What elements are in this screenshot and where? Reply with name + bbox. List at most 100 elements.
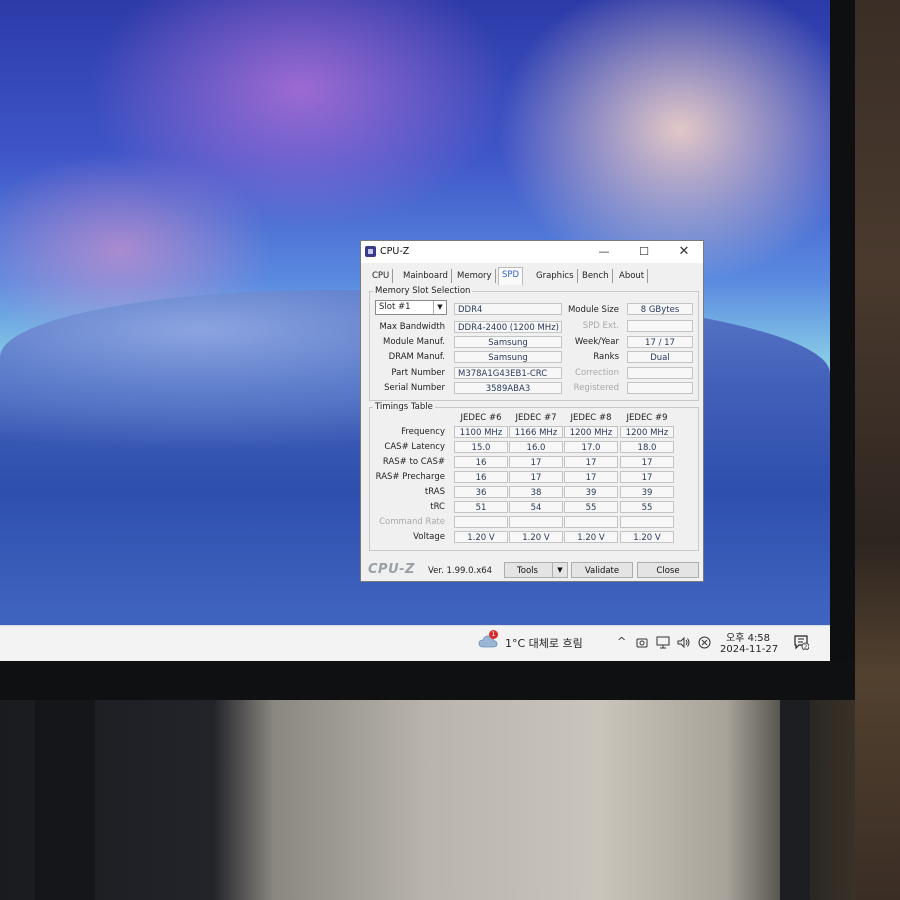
- week-year-label: Week/Year: [574, 337, 619, 347]
- timing-cell: 54: [509, 501, 563, 513]
- tab-mainboard[interactable]: Mainboard: [400, 269, 452, 283]
- ime-icon[interactable]: [698, 636, 711, 649]
- window-footer: CPU-Z Ver. 1.99.0.x64 Tools ▼ Validate C…: [361, 559, 703, 581]
- notification-badge: 2: [804, 645, 808, 650]
- timing-cell: 16: [454, 471, 508, 483]
- tab-spd[interactable]: SPD: [498, 267, 524, 285]
- part-number-field: M378A1G43EB1-CRC: [454, 367, 562, 379]
- timing-cell: 55: [564, 501, 618, 513]
- timing-cell: 1.20 V: [509, 531, 563, 543]
- timing-cell: 36: [454, 486, 508, 498]
- timing-cell: 1.20 V: [620, 531, 674, 543]
- registered-field: [627, 382, 693, 394]
- cpuz-window: CPU-Z — ☐ ✕ CPU Mainboard Memory SPD Gra…: [360, 240, 704, 582]
- row-label: RAS# to CAS#: [382, 457, 445, 467]
- ranks-field: Dual: [627, 351, 693, 363]
- timing-cell: 17.0: [564, 441, 618, 453]
- module-size-field: 8 GBytes: [627, 303, 693, 315]
- validate-button[interactable]: Validate: [571, 562, 633, 578]
- tab-about[interactable]: About: [616, 269, 649, 283]
- timing-cell: 1200 MHz: [620, 426, 674, 438]
- chevron-down-icon[interactable]: ▼: [552, 563, 567, 577]
- registered-label: Registered: [573, 383, 619, 393]
- week-year-field: 17 / 17: [627, 336, 693, 348]
- timing-cell: 1200 MHz: [564, 426, 618, 438]
- timing-cell: 38: [509, 486, 563, 498]
- timing-cell: 17: [509, 456, 563, 468]
- timing-cell: 39: [564, 486, 618, 498]
- ranks-label: Ranks: [593, 352, 619, 362]
- timing-cell: 1100 MHz: [454, 426, 508, 438]
- clock-date[interactable]: 2024-11-27: [720, 644, 778, 655]
- serial-number-field: 3589ABA3: [454, 382, 562, 394]
- row-label: Voltage: [413, 532, 445, 542]
- network-icon[interactable]: [656, 636, 670, 649]
- tools-label: Tools: [517, 566, 538, 576]
- monitor-stand: [35, 700, 95, 900]
- column-header: JEDEC #9: [626, 413, 668, 423]
- slot-select-value: Slot #1: [379, 302, 411, 312]
- title-bar[interactable]: CPU-Z — ☐ ✕: [361, 241, 703, 263]
- max-bandwidth-label: Max Bandwidth: [379, 322, 445, 332]
- max-bandwidth-field: DDR4-2400 (1200 MHz): [454, 321, 562, 333]
- timing-cell: [564, 516, 618, 528]
- monitor-stand-right: [780, 700, 810, 900]
- row-label: Frequency: [401, 427, 445, 437]
- column-header: JEDEC #6: [460, 413, 502, 423]
- timing-cell: 16.0: [509, 441, 563, 453]
- tab-graphics[interactable]: Graphics: [533, 269, 578, 283]
- spd-ext-label: SPD Ext.: [582, 321, 619, 331]
- row-label: Command Rate: [379, 517, 445, 527]
- group-title: Memory Slot Selection: [373, 286, 473, 296]
- camera-icon[interactable]: [636, 636, 648, 649]
- module-manuf-label: Module Manuf.: [382, 337, 445, 347]
- row-label: CAS# Latency: [384, 442, 445, 452]
- module-size-label: Module Size: [567, 305, 619, 315]
- chevron-up-icon[interactable]: ^: [617, 635, 626, 648]
- timing-cell: 1166 MHz: [509, 426, 563, 438]
- tools-button[interactable]: Tools ▼: [504, 562, 568, 578]
- part-number-label: Part Number: [391, 368, 445, 378]
- background-right: [855, 0, 900, 900]
- tab-bench[interactable]: Bench: [579, 269, 613, 283]
- timing-cell: 51: [454, 501, 508, 513]
- window-title: CPU-Z: [380, 246, 410, 257]
- monitor-bezel-bottom: [0, 660, 855, 700]
- timing-cell: 1.20 V: [454, 531, 508, 543]
- monitor-bezel-right: [830, 0, 855, 665]
- cpuz-app-icon: [365, 246, 376, 257]
- timings-table-group: Timings Table JEDEC #6 JEDEC #7 JEDEC #8…: [369, 402, 699, 551]
- maximize-button[interactable]: ☐: [631, 243, 657, 261]
- weather-badge: 1: [489, 630, 498, 639]
- close-button[interactable]: Close: [637, 562, 699, 578]
- timing-cell: 55: [620, 501, 674, 513]
- notification-icon[interactable]: 2: [793, 634, 809, 650]
- slot-select[interactable]: Slot #1 ▼: [375, 300, 447, 315]
- row-label: tRAS: [424, 487, 445, 497]
- dram-manuf-label: DRAM Manuf.: [388, 352, 445, 362]
- timing-cell: [620, 516, 674, 528]
- tab-cpu[interactable]: CPU: [369, 269, 394, 283]
- column-header: JEDEC #7: [515, 413, 557, 423]
- tab-bar: CPU Mainboard Memory SPD Graphics Bench …: [363, 267, 699, 285]
- background-wall: [0, 700, 855, 900]
- volume-icon[interactable]: [677, 636, 691, 649]
- weather-text[interactable]: 1°C 대체로 흐림: [505, 635, 583, 651]
- clock-time[interactable]: 오후 4:58: [726, 629, 770, 644]
- minimize-button[interactable]: —: [591, 243, 617, 261]
- dram-manuf-field: Samsung: [454, 351, 562, 363]
- serial-number-label: Serial Number: [384, 383, 445, 393]
- cpuz-logo: CPU-Z: [368, 562, 415, 577]
- close-window-button[interactable]: ✕: [671, 243, 697, 261]
- row-label: tRC: [430, 502, 445, 512]
- version-text: Ver. 1.99.0.x64: [428, 566, 493, 576]
- module-manuf-field: Samsung: [454, 336, 562, 348]
- correction-field: [627, 367, 693, 379]
- group-title: Timings Table: [373, 402, 435, 412]
- row-label: RAS# Precharge: [375, 472, 445, 482]
- timing-cell: 16: [454, 456, 508, 468]
- timing-cell: [454, 516, 508, 528]
- correction-label: Correction: [575, 368, 619, 378]
- tab-memory[interactable]: Memory: [454, 269, 496, 283]
- timing-cell: 17: [564, 471, 618, 483]
